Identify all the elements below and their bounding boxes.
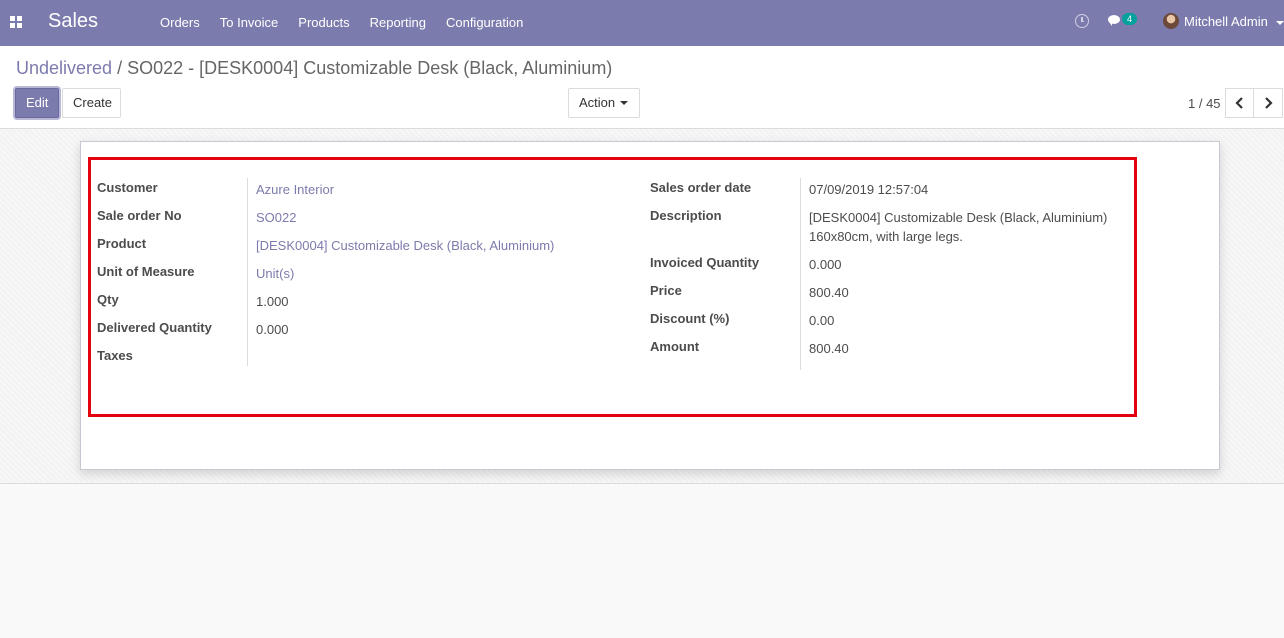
field-label-sale-order-no: Sale order No — [97, 208, 182, 223]
caret-down-icon — [620, 101, 628, 105]
field-label-delivered-quantity: Delivered Quantity — [97, 320, 212, 335]
menu-orders[interactable]: Orders — [150, 0, 210, 46]
highlight-box — [88, 157, 1137, 417]
breadcrumb-separator: / — [117, 58, 123, 78]
create-button[interactable]: Create — [62, 88, 121, 118]
field-value-product[interactable]: [DESK0004] Customizable Desk (Black, Alu… — [256, 238, 554, 253]
field-value-discount: 0.00 — [809, 313, 835, 328]
field-label-customer: Customer — [97, 180, 158, 195]
apps-menu-icon[interactable] — [10, 16, 22, 28]
field-value-qty: 1.000 — [256, 294, 289, 309]
field-label-discount: Discount (%) — [650, 311, 730, 326]
activity-clock-icon[interactable] — [1075, 14, 1089, 28]
field-label-description: Description — [650, 208, 722, 223]
menu-configuration[interactable]: Configuration — [436, 0, 533, 46]
field-value-customer[interactable]: Azure Interior — [256, 182, 334, 197]
action-dropdown-button[interactable]: Action — [568, 88, 640, 118]
field-label-invoiced-quantity: Invoiced Quantity — [650, 255, 760, 270]
field-value-delivered-quantity: 0.000 — [256, 322, 289, 337]
action-label: Action — [579, 95, 616, 110]
form-sheet: Customer Azure Interior Sale order No SO… — [80, 141, 1220, 470]
field-label-product: Product — [97, 236, 147, 251]
chat-count-badge: 4 — [1122, 13, 1137, 25]
pager-value[interactable]: 1 / 45 — [1188, 96, 1221, 111]
field-label-price: Price — [650, 283, 682, 298]
chevron-right-icon — [1265, 97, 1273, 109]
user-menu-caret-icon[interactable] — [1276, 21, 1284, 25]
field-value-sale-order-no[interactable]: SO022 — [256, 210, 296, 225]
field-label-amount: Amount — [650, 339, 700, 354]
field-value-amount: 800.40 — [809, 341, 849, 356]
top-navbar: Sales Orders To Invoice Products Reporti… — [0, 0, 1284, 46]
chevron-left-icon — [1235, 97, 1243, 109]
pager-next-button[interactable] — [1253, 88, 1283, 118]
edit-button[interactable]: Edit — [15, 88, 59, 118]
field-label-unit-of-measure: Unit of Measure — [97, 264, 195, 279]
left-group-separator — [247, 178, 248, 366]
field-label-taxes: Taxes — [97, 348, 133, 363]
user-avatar[interactable] — [1163, 13, 1179, 29]
form-view-background: Customer Azure Interior Sale order No SO… — [0, 129, 1284, 484]
right-group-separator — [800, 178, 801, 370]
field-value-price: 800.40 — [809, 285, 849, 300]
control-panel: Undelivered / SO022 - [DESK0004] Customi… — [0, 46, 1284, 129]
breadcrumb-current: SO022 - [DESK0004] Customizable Desk (Bl… — [127, 58, 613, 78]
main-menu: Orders To Invoice Products Reporting Con… — [150, 0, 533, 46]
breadcrumb: Undelivered / SO022 - [DESK0004] Customi… — [16, 58, 612, 79]
menu-to-invoice[interactable]: To Invoice — [210, 0, 289, 46]
empty-area — [0, 485, 1284, 638]
menu-products[interactable]: Products — [288, 0, 359, 46]
menu-reporting[interactable]: Reporting — [360, 0, 436, 46]
field-value-unit-of-measure[interactable]: Unit(s) — [256, 266, 294, 281]
pager-previous-button[interactable] — [1225, 88, 1255, 118]
field-value-invoiced-quantity: 0.000 — [809, 257, 842, 272]
user-menu[interactable]: Mitchell Admin — [1184, 14, 1268, 29]
breadcrumb-parent-link[interactable]: Undelivered — [16, 58, 112, 78]
field-label-sales-order-date: Sales order date — [650, 180, 752, 195]
field-value-description: [DESK0004] Customizable Desk (Black, Alu… — [809, 210, 1108, 244]
field-label-qty: Qty — [97, 292, 119, 307]
field-value-sales-order-date: 07/09/2019 12:57:04 — [809, 182, 929, 197]
app-name[interactable]: Sales — [48, 10, 98, 33]
